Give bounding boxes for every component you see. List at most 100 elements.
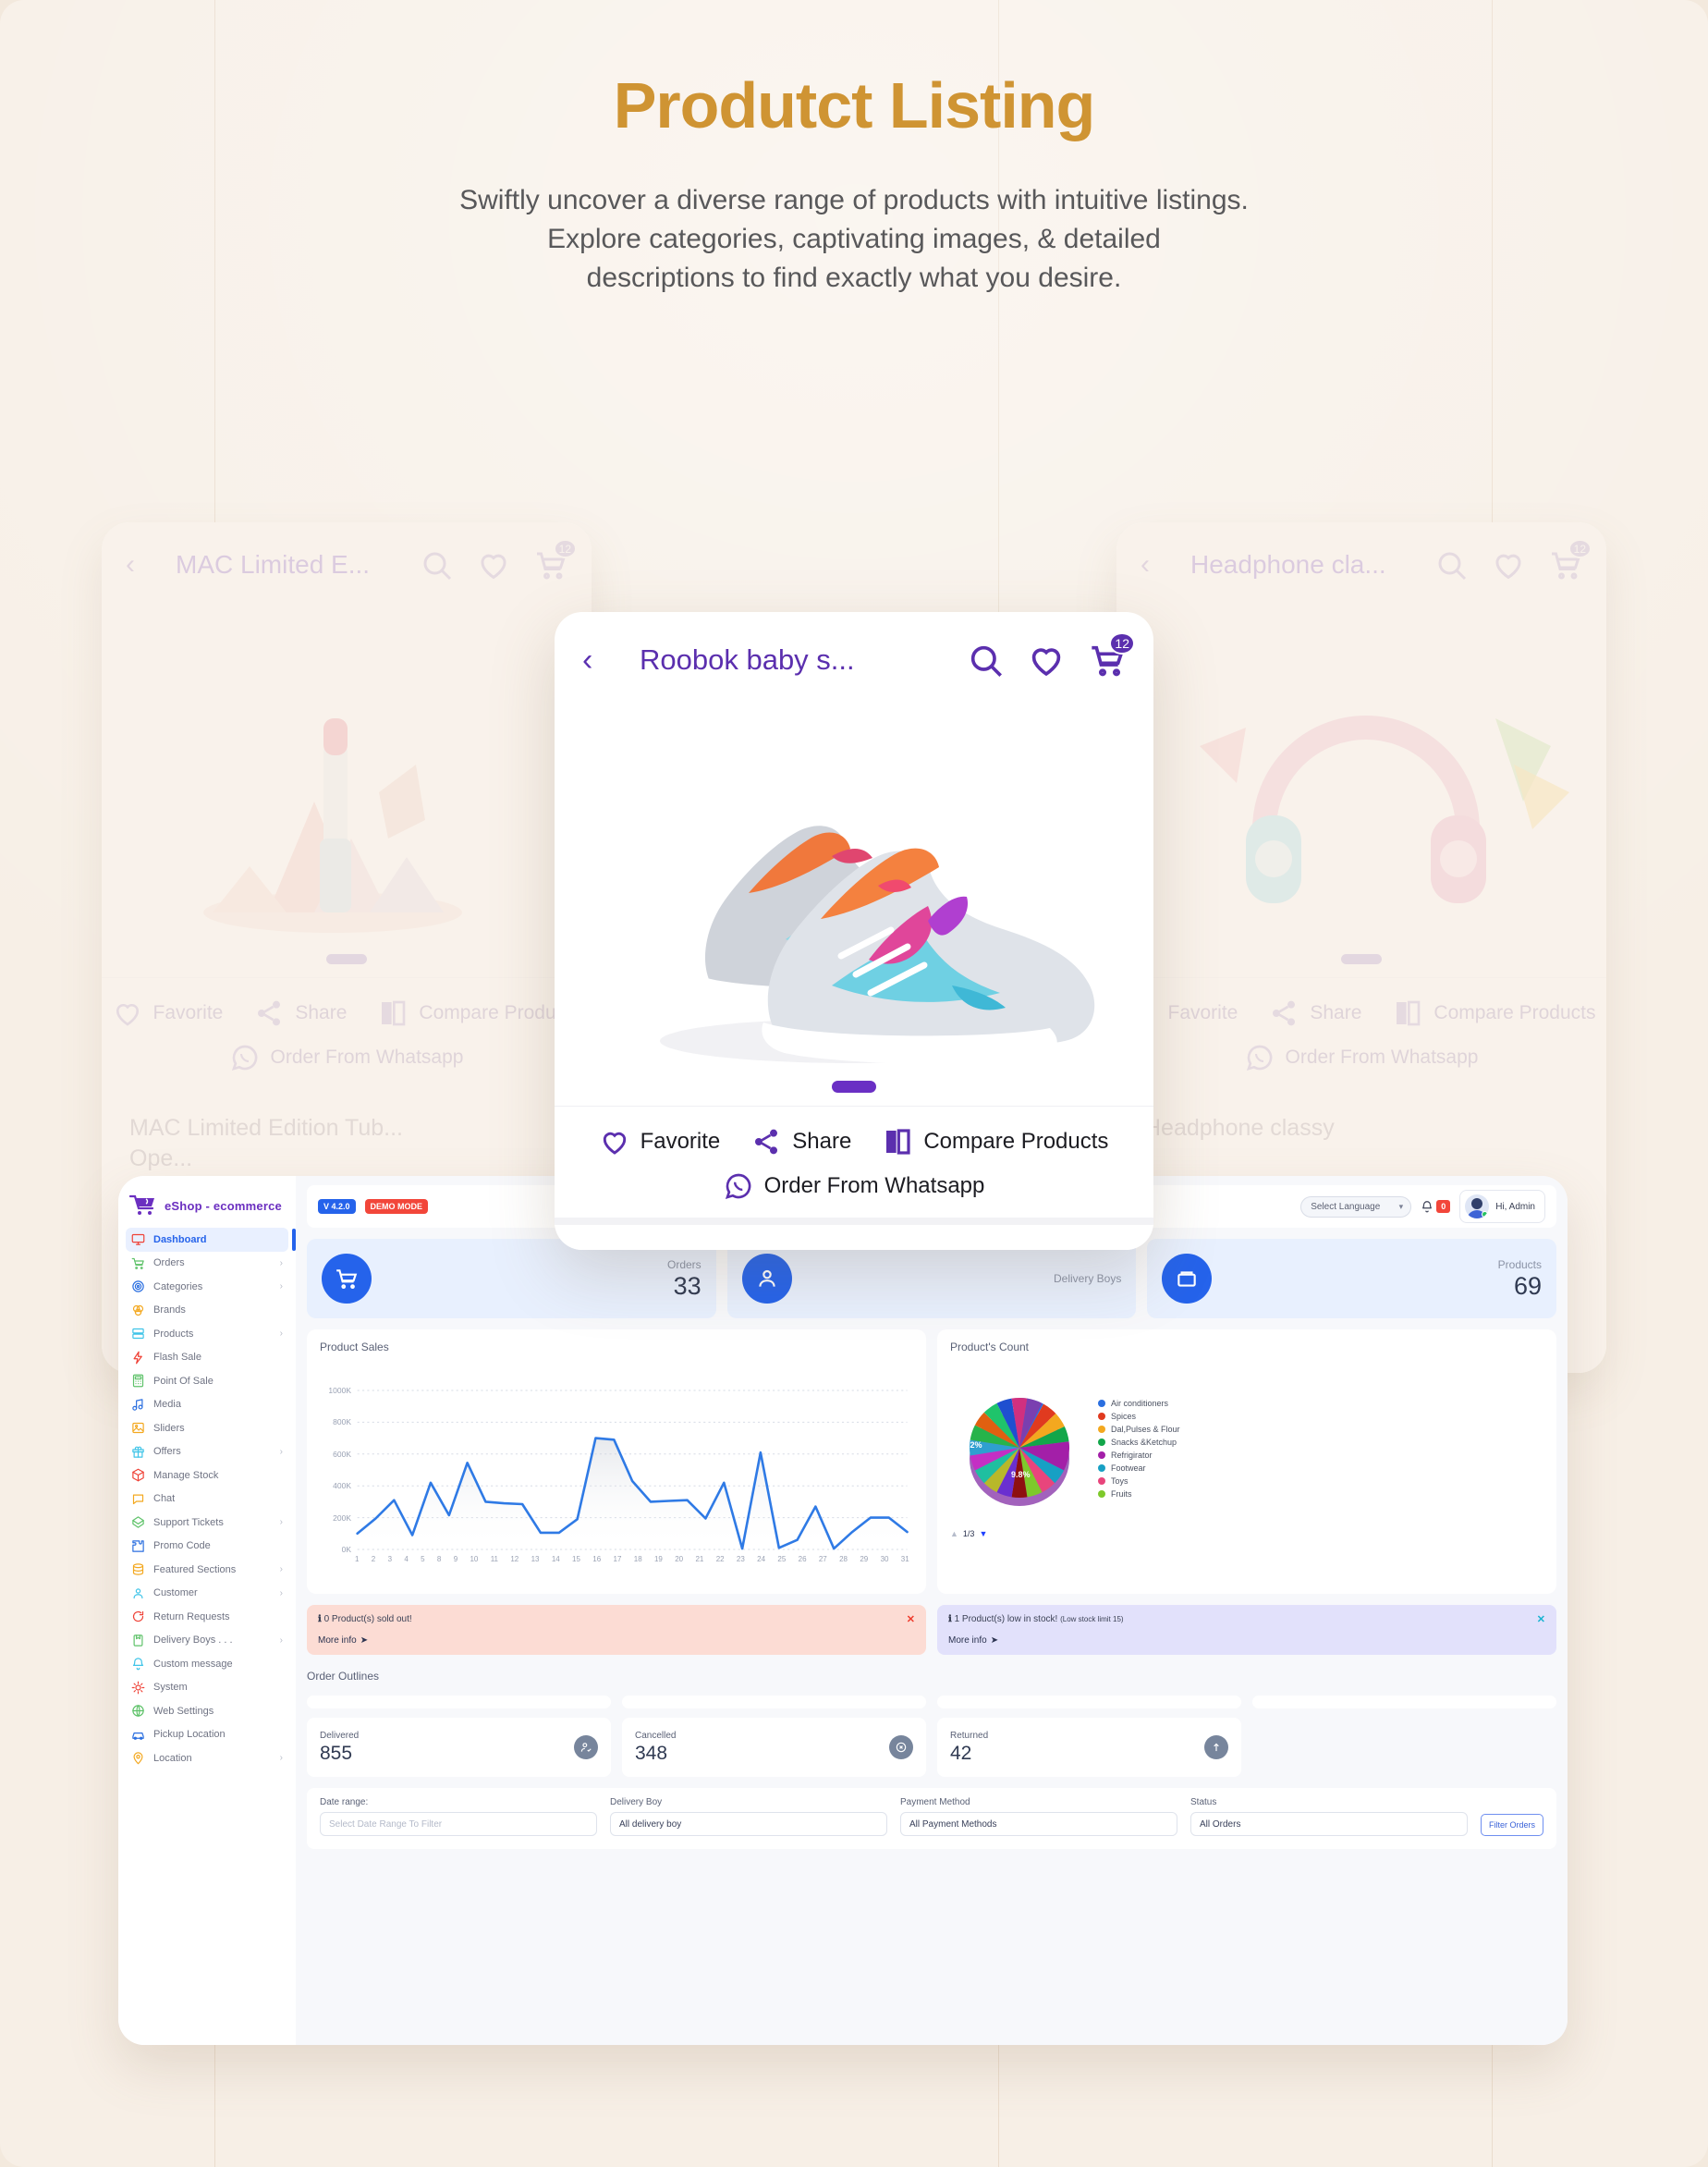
order-card-label: Delivered bbox=[320, 1730, 360, 1741]
order-stat-cards: Delivered 855 Cancelled 348 Returned 42 bbox=[307, 1718, 1556, 1777]
brand[interactable]: eShop - ecommerce bbox=[118, 1189, 296, 1228]
chevron-right-icon: › bbox=[279, 1753, 283, 1764]
heart-icon[interactable] bbox=[477, 548, 510, 582]
sidebar-item-promo-code[interactable]: Promo Code bbox=[126, 1535, 288, 1559]
stat-card-products[interactable]: Products 69 bbox=[1147, 1239, 1557, 1318]
sidebar-item-media[interactable]: Media bbox=[126, 1393, 288, 1417]
delivery-boy-select[interactable]: All delivery boy bbox=[610, 1812, 887, 1836]
heart-icon[interactable] bbox=[1492, 548, 1525, 582]
more-info-link-red[interactable]: More info ➤ bbox=[318, 1635, 915, 1646]
legend-item[interactable]: Fruits bbox=[1098, 1489, 1543, 1499]
sidebar-item-products[interactable]: Products › bbox=[126, 1322, 288, 1346]
compare-button-right[interactable]: Compare Products bbox=[1393, 998, 1595, 1028]
search-icon[interactable] bbox=[967, 642, 1004, 679]
phone-card-center[interactable]: ‹ Roobok baby s... 12 Favorite Share Com… bbox=[555, 612, 1153, 1250]
compare-button-left[interactable]: Compare Products bbox=[378, 998, 580, 1028]
legend-item[interactable]: Air conditioners bbox=[1098, 1399, 1543, 1408]
bolt-icon bbox=[131, 1351, 145, 1365]
sidebar-item-delivery-boys[interactable]: Delivery Boys . . . › bbox=[126, 1629, 288, 1653]
legend-item[interactable]: Toys bbox=[1098, 1476, 1543, 1486]
user-check-icon bbox=[574, 1735, 598, 1759]
page-subtitle: Swiftly uncover a diverse range of produ… bbox=[0, 181, 1708, 298]
language-select[interactable]: Select Language ▾ bbox=[1300, 1195, 1412, 1218]
order-card-cancelled[interactable]: Cancelled 348 bbox=[622, 1718, 926, 1777]
legend-item[interactable]: Snacks &Ketchup bbox=[1098, 1438, 1543, 1447]
back-icon[interactable]: ‹ bbox=[1141, 551, 1177, 579]
sidebar-item-customer[interactable]: Customer › bbox=[126, 1582, 288, 1606]
cart-icon[interactable]: 12 bbox=[534, 539, 577, 582]
share-button-left[interactable]: Share bbox=[254, 998, 347, 1028]
search-icon[interactable] bbox=[1434, 548, 1468, 582]
sidebar-item-orders[interactable]: Orders › bbox=[126, 1252, 288, 1276]
favorite-button-left[interactable]: Favorite bbox=[113, 998, 224, 1028]
x-tick-label: 25 bbox=[777, 1555, 787, 1563]
more-info-link-blue[interactable]: More info ➤ bbox=[948, 1635, 1545, 1646]
notifications[interactable]: 0 bbox=[1421, 1199, 1451, 1214]
stat-card-delivery-boys[interactable]: Delivery Boys bbox=[726, 1239, 1137, 1318]
sidebar-item-categories[interactable]: Categories › bbox=[126, 1275, 288, 1299]
pie-pagination[interactable]: ▲ 1/3 ▼ bbox=[950, 1529, 1543, 1538]
back-icon[interactable]: ‹ bbox=[582, 644, 619, 676]
cart-icon[interactable]: 12 bbox=[1549, 539, 1592, 582]
legend-item[interactable]: Dal,Pulses & Flour bbox=[1098, 1425, 1543, 1434]
sidebar-item-chat[interactable]: Chat bbox=[126, 1488, 288, 1512]
cart-badge-center: 12 bbox=[1109, 632, 1135, 655]
user-icon bbox=[131, 1586, 145, 1600]
close-icon[interactable]: ✕ bbox=[1537, 1613, 1545, 1625]
close-icon[interactable]: ✕ bbox=[907, 1613, 915, 1625]
share-button-right[interactable]: Share bbox=[1269, 998, 1361, 1028]
sidebar-item-flash-sale[interactable]: Flash Sale bbox=[126, 1346, 288, 1370]
chevron-down-icon: ▾ bbox=[1398, 1201, 1404, 1211]
date-range-input[interactable]: Select Date Range To Filter bbox=[320, 1812, 597, 1836]
sidebar-item-support-tickets[interactable]: Support Tickets › bbox=[126, 1511, 288, 1535]
sidebar-item-return-requests[interactable]: Return Requests bbox=[126, 1605, 288, 1629]
order-card-delivered[interactable]: Delivered 855 bbox=[307, 1718, 611, 1777]
compare-products-button[interactable]: Compare Products bbox=[883, 1127, 1108, 1157]
alert-sold-out: ℹ 0 Product(s) sold out! More info ➤ ✕ bbox=[307, 1605, 926, 1655]
next-page-icon[interactable]: ▼ bbox=[979, 1529, 987, 1538]
sidebar-item-label: Delivery Boys . . . bbox=[153, 1634, 233, 1647]
drag-handle-center[interactable] bbox=[832, 1081, 876, 1093]
legend-item[interactable]: Refrigirator bbox=[1098, 1451, 1543, 1460]
sidebar-item-offers[interactable]: Offers › bbox=[126, 1440, 288, 1464]
legend-item[interactable]: Spices bbox=[1098, 1412, 1543, 1421]
sidebar-item-point-of-sale[interactable]: Point Of Sale bbox=[126, 1369, 288, 1393]
sidebar-item-system[interactable]: System bbox=[126, 1676, 288, 1700]
favorite-label: Favorite bbox=[152, 1002, 224, 1023]
sidebar-item-location[interactable]: Location › bbox=[126, 1746, 288, 1770]
back-icon[interactable]: ‹ bbox=[126, 551, 163, 579]
whatsapp-button-right[interactable]: Order From Whatsapp bbox=[1245, 1043, 1478, 1072]
filter-orders-button[interactable]: Filter Orders bbox=[1481, 1814, 1544, 1836]
order-card-returned[interactable]: Returned 42 bbox=[937, 1718, 1241, 1777]
payment-method-select[interactable]: All Payment Methods bbox=[900, 1812, 1177, 1836]
cart-icon[interactable]: 12 bbox=[1089, 632, 1135, 679]
heart-icon[interactable] bbox=[1028, 642, 1065, 679]
sidebar-item-sliders[interactable]: Sliders bbox=[126, 1416, 288, 1440]
drag-handle-left[interactable] bbox=[326, 954, 367, 964]
sidebar-item-pickup-location[interactable]: Pickup Location bbox=[126, 1723, 288, 1747]
sidebar-item-custom-message[interactable]: Custom message bbox=[126, 1652, 288, 1676]
prev-page-icon[interactable]: ▲ bbox=[950, 1529, 958, 1538]
page-indicator: 1/3 bbox=[962, 1529, 975, 1538]
order-from-whatsapp-button[interactable]: Order From Whatsapp bbox=[724, 1171, 984, 1201]
sidebar-item-manage-stock[interactable]: Manage Stock bbox=[126, 1463, 288, 1488]
user-menu[interactable]: Hi, Admin bbox=[1459, 1190, 1545, 1223]
sidebar-item-brands[interactable]: Brands bbox=[126, 1299, 288, 1323]
share-button[interactable]: Share bbox=[751, 1127, 851, 1157]
search-icon[interactable] bbox=[420, 548, 453, 582]
chevron-right-icon: › bbox=[279, 1634, 283, 1646]
whatsapp-button-left[interactable]: Order From Whatsapp bbox=[230, 1043, 463, 1072]
favorite-button[interactable]: Favorite bbox=[600, 1127, 720, 1157]
filter-label: Delivery Boy bbox=[610, 1797, 663, 1807]
x-tick-label: 17 bbox=[613, 1555, 622, 1563]
drag-handle-right[interactable] bbox=[1341, 954, 1382, 964]
sidebar-item-web-settings[interactable]: Web Settings bbox=[126, 1699, 288, 1723]
x-tick-label: 24 bbox=[757, 1555, 766, 1563]
legend-item[interactable]: Footwear bbox=[1098, 1463, 1543, 1473]
stat-card-orders[interactable]: Orders 33 bbox=[307, 1239, 716, 1318]
sidebar-item-featured-sections[interactable]: Featured Sections › bbox=[126, 1558, 288, 1582]
sidebar-item-dashboard[interactable]: Dashboard bbox=[126, 1228, 296, 1252]
legend-color-dot bbox=[1098, 1490, 1105, 1498]
status-select[interactable]: All Orders bbox=[1190, 1812, 1468, 1836]
legend-color-dot bbox=[1098, 1413, 1105, 1420]
